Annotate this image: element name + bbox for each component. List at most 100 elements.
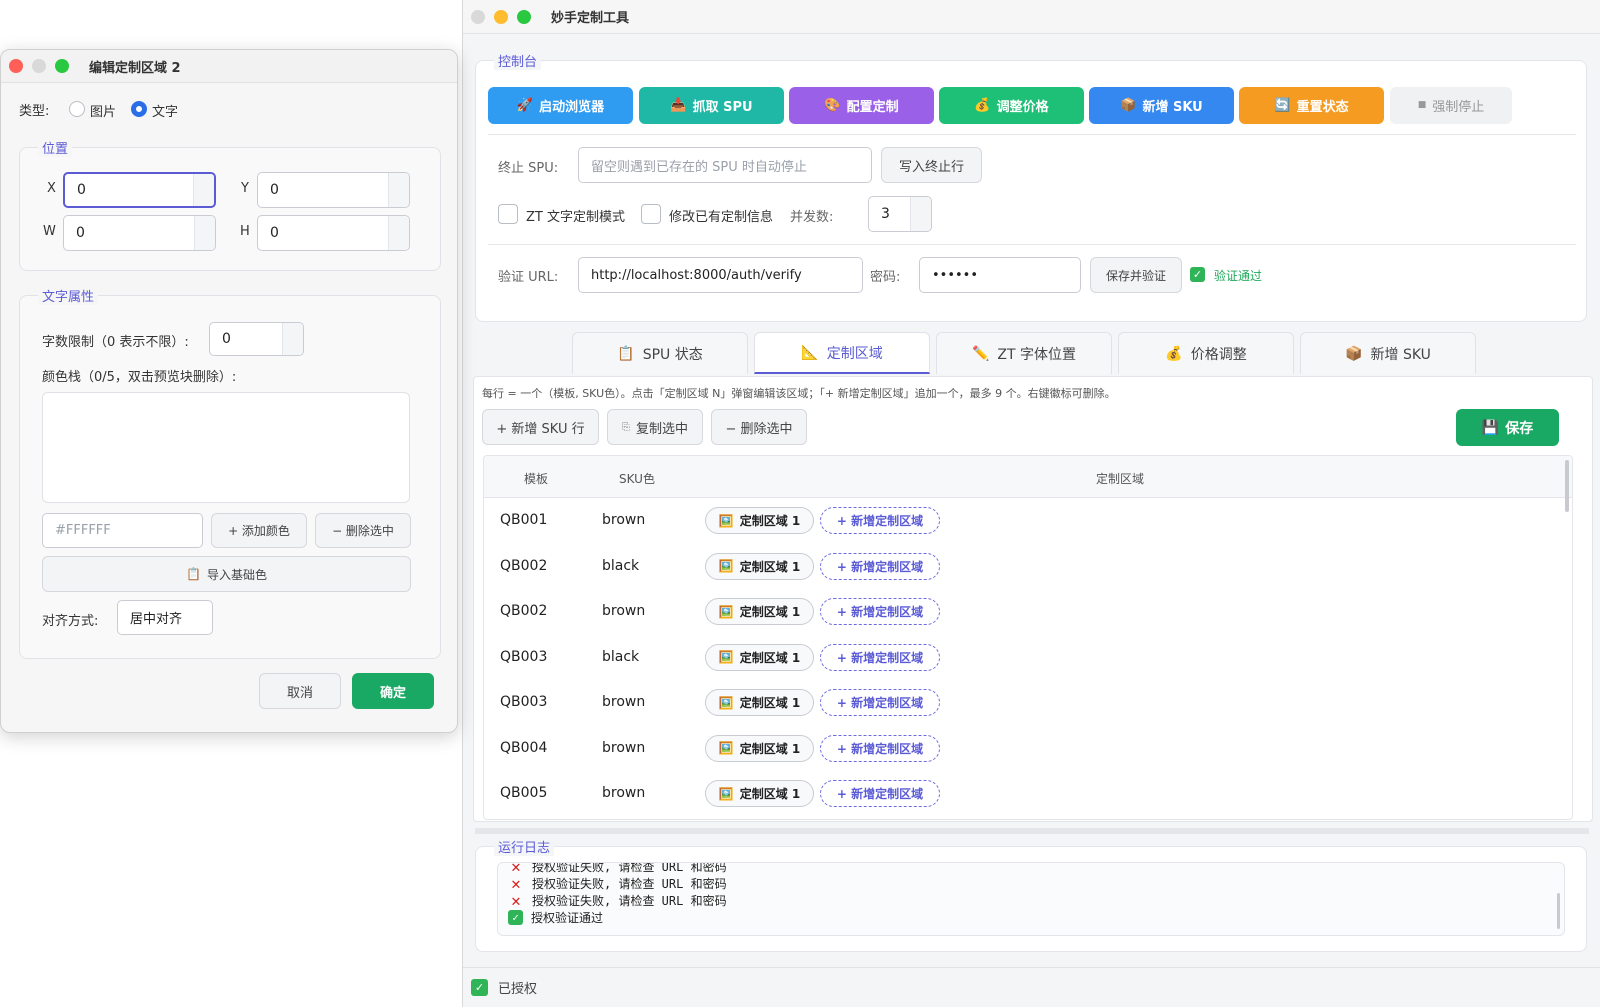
save-and-verify-button[interactable]: 保存并验证 xyxy=(1090,257,1182,293)
money-bag-icon: 💰 xyxy=(1165,345,1183,362)
copy-selected-button[interactable]: ⎘ 复制选中 xyxy=(607,409,703,445)
password-input[interactable]: •••••• xyxy=(919,257,1081,293)
color-hex-input[interactable]: #FFFFFF xyxy=(42,513,203,548)
region-hint: 每行 = 一个（模板, SKU色）。点击「定制区域 N」弹窗编辑该区域；「+ 新… xyxy=(482,387,1116,400)
type-text-label[interactable]: 文字 xyxy=(152,101,178,120)
log-output[interactable]: ✕ 授权验证失败, 请检查 URL 和密码 ✕ 授权验证失败, 请检查 URL 和密码… xyxy=(497,862,1565,936)
add-region-button[interactable]: + 新增定制区域 xyxy=(820,552,940,580)
reset-state-button[interactable]: 🔄 重置状态 xyxy=(1239,87,1384,124)
confirm-button[interactable]: 确定 xyxy=(352,673,434,709)
add-region-button[interactable]: + 新增定制区域 xyxy=(820,689,940,716)
tab-zt-font-position[interactable]: ✏️ ZT 字体位置 xyxy=(936,332,1112,374)
type-image-label[interactable]: 图片 xyxy=(90,101,116,120)
adjust-price-button[interactable]: 💰 调整价格 xyxy=(939,87,1084,124)
inbox-icon: 📥 xyxy=(670,98,687,113)
edit-region-dialog: 编辑定制区域 2 类型: 图片 文字 位置 X 0 Y 0 W 0 H 0 文字… xyxy=(0,49,458,733)
log-scrollbar[interactable] xyxy=(1557,893,1560,929)
modify-existing-checkbox[interactable] xyxy=(641,204,661,224)
maximize-window-icon[interactable] xyxy=(517,9,531,24)
tab-spu-status[interactable]: 📋 SPU 状态 xyxy=(572,332,748,374)
fetch-spu-button[interactable]: 📥 抓取 SPU xyxy=(639,87,784,124)
type-text-radio[interactable] xyxy=(131,101,147,117)
table-row[interactable]: QB003 black 🖼️ 定制区域 1 + 新增定制区域 xyxy=(484,635,1572,681)
add-region-button[interactable]: + 新增定制区域 xyxy=(820,598,940,625)
save-button[interactable]: 💾 保存 xyxy=(1456,409,1559,446)
table-row[interactable]: QB003 brown 🖼️ 定制区域 1 + 新增定制区域 xyxy=(484,680,1572,726)
clipboard-icon: 📋 xyxy=(186,567,201,581)
add-region-button[interactable]: + 新增定制区域 xyxy=(820,734,940,762)
launch-browser-button[interactable]: 🚀 启动浏览器 xyxy=(488,87,633,124)
cross-icon: ✕ xyxy=(511,891,521,910)
delete-color-button[interactable]: − 删除选中 xyxy=(315,513,411,548)
delete-selected-button[interactable]: − 删除选中 xyxy=(711,409,807,445)
zt-text-mode-checkbox[interactable] xyxy=(498,204,518,224)
add-sku-button[interactable]: 📦 新增 SKU xyxy=(1089,87,1234,124)
region-badge[interactable]: 🖼️ 定制区域 1 xyxy=(705,780,814,807)
maximize-dialog-icon[interactable] xyxy=(55,59,69,73)
char-limit-stepper[interactable]: 0 xyxy=(209,322,304,356)
stop-spu-input[interactable]: 留空则遇到已存在的 SPU 时自动停止 xyxy=(578,147,872,183)
tab-price-adjust[interactable]: 💰 价格调整 xyxy=(1118,332,1294,374)
log-line: ✓ 授权验证通过 xyxy=(508,909,1564,926)
add-color-button[interactable]: + 添加颜色 xyxy=(211,513,307,548)
align-select[interactable]: 居中对齐 xyxy=(117,600,213,635)
table-row[interactable]: QB005 brown 🖼️ 定制区域 1 + 新增定制区域 xyxy=(484,771,1572,817)
table-body: QB001 brown 🖼️ 定制区域 1 + 新增定制区域 QB002 black 🖼️ 定制… xyxy=(484,498,1572,817)
y-label: Y xyxy=(241,181,249,196)
x-stepper[interactable]: 0 xyxy=(63,172,216,208)
pencil-icon: ✏️ xyxy=(971,345,990,362)
clipboard-icon: 📋 xyxy=(617,345,635,362)
minimize-window-icon[interactable] xyxy=(494,9,508,24)
divider xyxy=(488,244,1576,245)
region-badge[interactable]: 🖼️ 定制区域 1 xyxy=(705,689,814,716)
add-region-button[interactable]: + 新增定制区域 xyxy=(820,780,940,807)
table-row[interactable]: QB001 brown 🖼️ 定制区域 1 + 新增定制区域 xyxy=(484,498,1572,544)
verify-url-input[interactable]: http://localhost:8000/auth/verify xyxy=(578,257,863,293)
picture-icon: 🖼️ xyxy=(718,559,734,573)
minimize-dialog-icon[interactable] xyxy=(32,59,46,73)
close-dialog-icon[interactable] xyxy=(9,59,23,73)
table-row[interactable]: QB002 brown 🖼️ 定制区域 1 + 新增定制区域 xyxy=(484,589,1572,635)
log-label: 运行日志 xyxy=(494,837,555,856)
cell-sku-color: brown xyxy=(602,785,646,801)
concurrency-stepper[interactable]: 3 xyxy=(868,196,932,232)
region-badge[interactable]: 🖼️ 定制区域 1 xyxy=(705,734,814,762)
write-stop-row-button[interactable]: 写入终止行 xyxy=(881,147,982,183)
splitter[interactable] xyxy=(475,828,1589,834)
table-row[interactable]: QB004 brown 🖼️ 定制区域 1 + 新增定制区域 xyxy=(484,726,1572,772)
cell-sku-color: black xyxy=(602,648,640,665)
check-icon: ✓ xyxy=(471,979,488,996)
picture-icon: 🖼️ xyxy=(718,741,734,755)
add-region-button[interactable]: + 新增定制区域 xyxy=(820,643,940,671)
table-row[interactable]: QB002 black 🖼️ 定制区域 1 + 新增定制区域 xyxy=(484,544,1572,590)
w-stepper[interactable]: 0 xyxy=(63,215,216,251)
color-stack-preview[interactable] xyxy=(42,392,410,503)
configure-custom-button[interactable]: 🎨 配置定制 xyxy=(789,87,934,124)
add-sku-row-button[interactable]: + 新增 SKU 行 xyxy=(482,409,599,445)
h-stepper[interactable]: 0 xyxy=(257,215,410,251)
tab-add-sku[interactable]: 📦 新增 SKU xyxy=(1300,332,1476,374)
log-lines: ✕ 授权验证失败, 请检查 URL 和密码 ✕ 授权验证失败, 请检查 URL 和密码… xyxy=(508,863,1564,926)
zt-text-mode-label: ZT 文字定制模式 xyxy=(526,210,625,225)
header-template[interactable]: 模板 xyxy=(524,470,548,487)
type-image-radio[interactable] xyxy=(69,101,85,117)
region-badge[interactable]: 🖼️ 定制区域 1 xyxy=(705,507,814,534)
position-label: 位置 xyxy=(38,138,73,157)
import-base-colors-button[interactable]: 📋 导入基础色 xyxy=(42,556,411,592)
text-properties-group: 文字属性 字数限制（0 表示不限）: 0 颜色栈（0/5，双击预览块删除）: #… xyxy=(19,286,441,659)
tab-custom-region[interactable]: 📐 定制区域 xyxy=(754,332,930,374)
add-region-button[interactable]: + 新增定制区域 xyxy=(820,507,940,534)
force-stop-button[interactable]: ■ 强制停止 xyxy=(1390,87,1512,124)
console-label: 控制台 xyxy=(494,51,542,70)
region-badge[interactable]: 🖼️ 定制区域 1 xyxy=(705,552,814,580)
y-stepper[interactable]: 0 xyxy=(257,172,410,208)
floppy-icon: 💾 xyxy=(1481,419,1500,436)
text-properties-label: 文字属性 xyxy=(38,286,99,305)
region-badge[interactable]: 🖼️ 定制区域 1 xyxy=(705,643,814,671)
region-badge[interactable]: 🖼️ 定制区域 1 xyxy=(705,598,814,625)
header-sku-color[interactable]: SKU色 xyxy=(619,470,655,487)
close-window-icon[interactable] xyxy=(471,9,485,24)
header-region[interactable]: 定制区域 xyxy=(1096,470,1144,487)
cancel-button[interactable]: 取消 xyxy=(259,673,341,709)
cell-template: QB003 xyxy=(500,648,548,665)
